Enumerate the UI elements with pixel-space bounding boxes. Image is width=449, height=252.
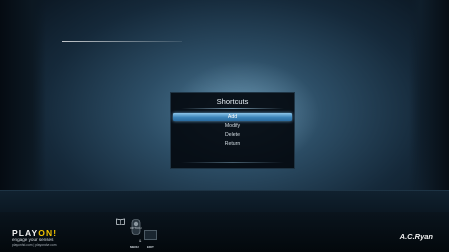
menu-key-label: MENU xyxy=(130,245,139,249)
edit-key-label: EDIT xyxy=(147,245,154,249)
bottom-band xyxy=(0,190,449,213)
edit-key-icon xyxy=(144,230,157,240)
website-urls: playonhd.com | playondvr.com xyxy=(12,243,57,247)
menu-item-delete[interactable]: Delete xyxy=(171,131,294,139)
screen: Shortcuts Add Modify Delete Return PLAYO… xyxy=(0,0,449,252)
dialog-title: Shortcuts xyxy=(216,97,249,106)
option-key-label: OPTION xyxy=(130,226,142,230)
menu-item-modify[interactable]: Modify xyxy=(171,122,294,130)
footer-bar xyxy=(0,212,449,252)
left-shade xyxy=(0,0,46,190)
dialog-bottom-line xyxy=(181,162,284,163)
menu-item-add[interactable]: Add xyxy=(173,113,292,121)
dialog-separator xyxy=(181,108,284,109)
book-icon xyxy=(116,218,125,225)
tagline: engage your senses xyxy=(12,237,54,242)
menu-item-return[interactable]: Return xyxy=(171,140,294,148)
header-line xyxy=(62,41,182,42)
amp-label: & xyxy=(139,239,142,243)
right-shade xyxy=(409,0,449,190)
acryan-logo: A.C.Ryan xyxy=(399,232,433,241)
shortcuts-dialog: Shortcuts Add Modify Delete Return xyxy=(170,92,295,169)
